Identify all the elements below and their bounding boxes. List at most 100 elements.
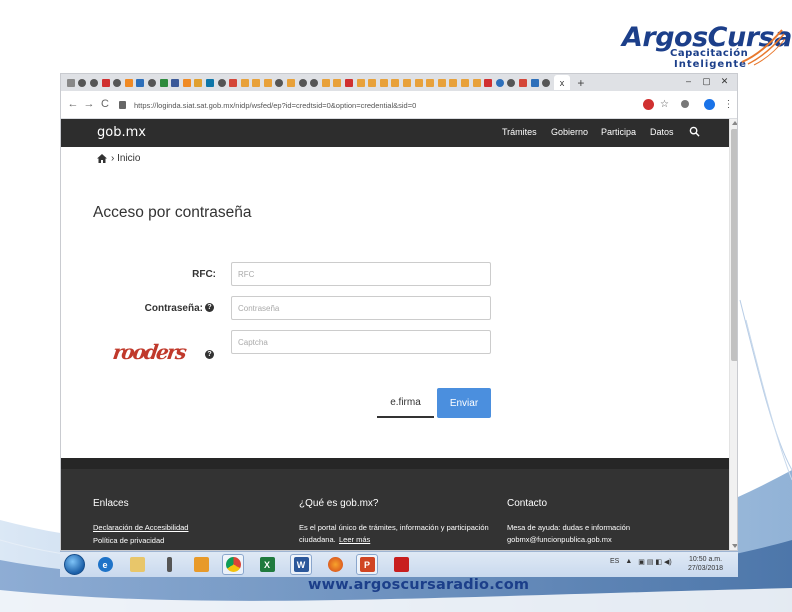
taskbar-chrome[interactable] xyxy=(222,554,244,575)
tab[interactable] xyxy=(506,77,518,89)
tab[interactable] xyxy=(158,77,170,89)
password-input[interactable] xyxy=(231,296,491,320)
address-bar[interactable]: https://loginda.siat.sat.gob.mx/nidp/wsf… xyxy=(119,96,639,114)
tab[interactable] xyxy=(169,77,181,89)
tab[interactable] xyxy=(390,77,402,89)
menu-icon[interactable]: ⋮ xyxy=(723,99,734,110)
footer-link-accesibilidad[interactable]: Declaración de Accesibilidad xyxy=(93,522,188,534)
captcha-input[interactable] xyxy=(231,330,491,354)
tray-icons[interactable]: ▣ ▤ ◧ ◀) xyxy=(638,558,671,566)
toolbar: ← → C https://loginda.siat.sat.gob.mx/ni… xyxy=(61,91,737,119)
tab[interactable] xyxy=(459,77,471,89)
tab[interactable] xyxy=(204,77,216,89)
powerpoint-icon: P xyxy=(359,557,375,572)
tab[interactable] xyxy=(436,77,448,89)
tray-expand-icon[interactable]: ▲ xyxy=(625,558,632,566)
taskbar-firefox[interactable] xyxy=(324,554,346,575)
close-window-icon[interactable]: ✕ xyxy=(719,76,730,87)
site-logo[interactable]: gob.mx xyxy=(97,125,146,140)
nav-datos[interactable]: Datos xyxy=(650,127,674,137)
tab[interactable] xyxy=(285,77,297,89)
rfc-input[interactable] xyxy=(231,262,491,286)
taskbar-word[interactable]: W xyxy=(290,554,312,575)
language-indicator[interactable]: ES xyxy=(610,558,619,566)
search-icon[interactable] xyxy=(689,126,700,137)
tab[interactable] xyxy=(448,77,460,89)
taskbar-powerpoint[interactable]: P xyxy=(356,554,378,575)
scroll-down-icon[interactable] xyxy=(732,544,737,548)
tab[interactable] xyxy=(181,77,193,89)
taskbar-explorer[interactable] xyxy=(126,554,148,575)
tab[interactable] xyxy=(88,77,100,89)
extension-icon[interactable] xyxy=(643,99,654,110)
back-button[interactable]: ← xyxy=(67,98,79,110)
efirma-button[interactable]: e.firma xyxy=(377,388,434,418)
tab[interactable] xyxy=(540,77,552,89)
tab[interactable] xyxy=(355,77,367,89)
nav-tramites[interactable]: Trámites xyxy=(502,127,537,137)
tab[interactable] xyxy=(308,77,320,89)
tab[interactable] xyxy=(77,77,89,89)
tab[interactable] xyxy=(227,77,239,89)
breadcrumb-inicio[interactable]: › Inicio xyxy=(111,153,140,164)
footer-contacto-text: Mesa de ayuda: dudas e información xyxy=(507,523,630,532)
footer-link-privacidad[interactable]: Política de privacidad xyxy=(93,535,164,547)
scroll-up-icon[interactable] xyxy=(732,121,737,125)
tab[interactable] xyxy=(366,77,378,89)
captcha-help-icon[interactable]: ? xyxy=(205,350,214,359)
tab[interactable] xyxy=(251,77,263,89)
tab[interactable] xyxy=(123,77,135,89)
taskbar-mic[interactable] xyxy=(158,554,180,575)
tab[interactable] xyxy=(471,77,483,89)
captcha-image: rooders xyxy=(111,340,187,364)
nav-participa[interactable]: Participa xyxy=(601,127,636,137)
profile-avatar[interactable] xyxy=(704,99,715,110)
scroll-thumb[interactable] xyxy=(731,129,737,361)
tab[interactable] xyxy=(482,77,494,89)
tab[interactable] xyxy=(343,77,355,89)
new-tab-button[interactable]: + xyxy=(574,76,588,90)
tab[interactable] xyxy=(216,77,228,89)
tab[interactable] xyxy=(297,77,309,89)
taskbar-excel[interactable]: X xyxy=(256,554,278,575)
tab-active[interactable]: x xyxy=(553,75,570,90)
tab-close-icon[interactable]: x xyxy=(560,78,565,88)
reload-button[interactable]: C xyxy=(99,98,111,110)
clock[interactable]: 10:50 a.m. 27/03/2018 xyxy=(688,555,723,573)
tab[interactable] xyxy=(274,77,286,89)
submit-button[interactable]: Enviar xyxy=(437,388,491,418)
tab[interactable] xyxy=(332,77,344,89)
tab[interactable] xyxy=(320,77,332,89)
tab[interactable] xyxy=(146,77,158,89)
tab[interactable] xyxy=(517,77,529,89)
minimize-icon[interactable]: – xyxy=(683,76,694,87)
footer-contacto-email[interactable]: gobmx@funcionpublica.gob.mx xyxy=(507,534,612,546)
taskbar-acrobat[interactable] xyxy=(390,554,412,575)
tab[interactable] xyxy=(413,77,425,89)
extension-icon[interactable] xyxy=(681,100,689,108)
tab[interactable] xyxy=(111,77,123,89)
maximize-icon[interactable]: ▢ xyxy=(701,76,712,87)
forward-button[interactable]: → xyxy=(83,98,95,110)
tab[interactable] xyxy=(529,77,541,89)
tab[interactable] xyxy=(100,77,112,89)
taskbar-media[interactable] xyxy=(190,554,212,575)
taskbar-ie[interactable]: e xyxy=(94,554,116,575)
password-help-icon[interactable]: ? xyxy=(205,303,214,312)
tab[interactable] xyxy=(65,77,77,89)
tab[interactable] xyxy=(424,77,436,89)
tab[interactable] xyxy=(193,77,205,89)
tab[interactable] xyxy=(135,77,147,89)
star-icon[interactable]: ☆ xyxy=(659,99,670,110)
nav-gobierno[interactable]: Gobierno xyxy=(551,127,588,137)
tab[interactable] xyxy=(401,77,413,89)
scrollbar[interactable] xyxy=(729,119,737,550)
start-button[interactable] xyxy=(64,554,85,575)
home-icon[interactable] xyxy=(97,154,107,163)
url-text[interactable]: https://loginda.siat.sat.gob.mx/nidp/wsf… xyxy=(134,101,416,110)
tab[interactable] xyxy=(494,77,506,89)
tab[interactable] xyxy=(239,77,251,89)
footer-leer-mas-link[interactable]: Leer más xyxy=(339,534,370,546)
tab[interactable] xyxy=(378,77,390,89)
tab[interactable] xyxy=(262,77,274,89)
